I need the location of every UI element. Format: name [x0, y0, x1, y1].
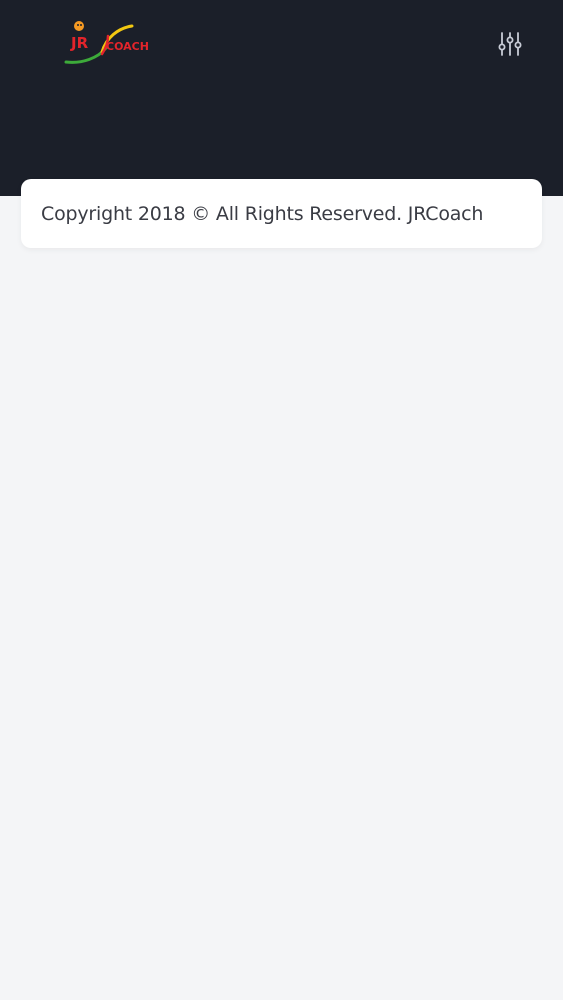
sliders-icon[interactable]: [494, 28, 526, 60]
logo-coach-text: COACH: [106, 40, 149, 53]
copyright-text: Copyright 2018 © All Rights Reserved. JR…: [41, 202, 484, 225]
logo-jr-text: JR: [70, 34, 89, 52]
copyright-card: Copyright 2018 © All Rights Reserved. JR…: [21, 179, 542, 248]
jrcoach-logo[interactable]: JR COACH: [62, 18, 154, 68]
app-header: JR COACH: [0, 0, 563, 196]
